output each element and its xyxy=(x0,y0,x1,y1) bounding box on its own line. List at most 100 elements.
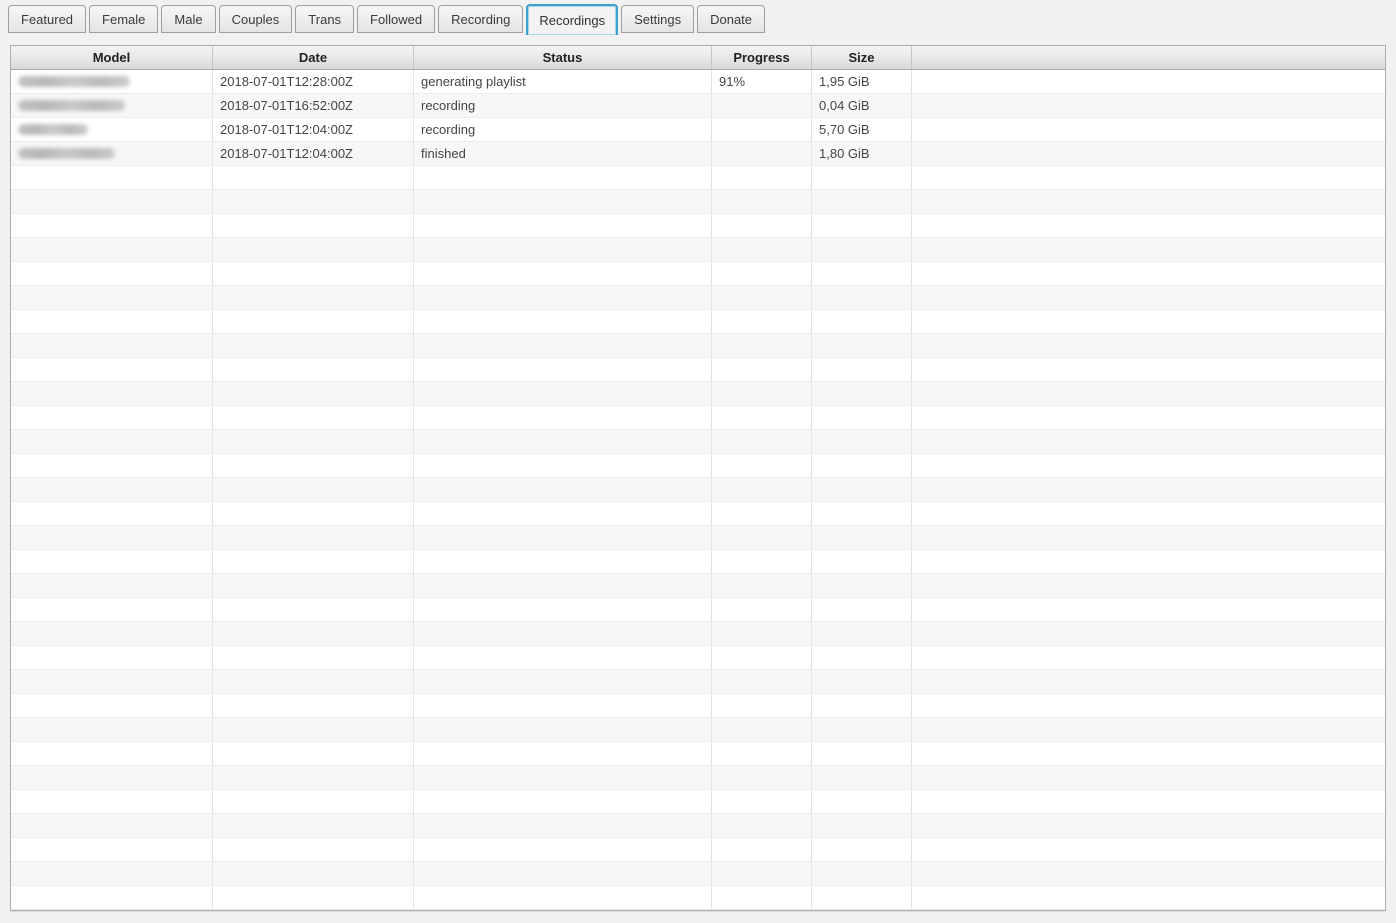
tab-featured[interactable]: Featured xyxy=(8,5,86,33)
cell-progress xyxy=(712,622,812,645)
table-row-empty[interactable] xyxy=(11,718,1385,742)
table-row-empty[interactable] xyxy=(11,286,1385,310)
cell-progress xyxy=(712,358,812,381)
cell-status xyxy=(414,286,712,309)
tab-trans[interactable]: Trans xyxy=(295,5,354,33)
cell-filler xyxy=(912,238,1385,261)
table-row-empty[interactable] xyxy=(11,262,1385,286)
table-row-empty[interactable] xyxy=(11,862,1385,886)
column-header-size[interactable]: Size xyxy=(812,46,912,69)
cell-status xyxy=(414,574,712,597)
tab-recording[interactable]: Recording xyxy=(438,5,523,33)
table-row-empty[interactable] xyxy=(11,886,1385,910)
cell-date xyxy=(213,214,414,237)
cell-size xyxy=(812,526,912,549)
table-row-empty[interactable] xyxy=(11,214,1385,238)
cell-date xyxy=(213,862,414,885)
tab-female[interactable]: Female xyxy=(89,5,158,33)
tab-followed[interactable]: Followed xyxy=(357,5,435,33)
column-header-progress[interactable]: Progress xyxy=(712,46,812,69)
table-row-empty[interactable] xyxy=(11,766,1385,790)
table-row-empty[interactable] xyxy=(11,166,1385,190)
table-row-empty[interactable] xyxy=(11,502,1385,526)
cell-model xyxy=(11,94,213,117)
table-row-empty[interactable] xyxy=(11,790,1385,814)
table-row-empty[interactable] xyxy=(11,358,1385,382)
cell-date xyxy=(213,766,414,789)
cell-status xyxy=(414,838,712,861)
cell-model xyxy=(11,574,213,597)
table-row[interactable]: 2018-07-01T12:28:00Zgenerating playlist9… xyxy=(11,70,1385,94)
cell-text: 91% xyxy=(719,74,745,89)
cell-model xyxy=(11,886,213,909)
tab-donate[interactable]: Donate xyxy=(697,5,765,33)
table-row[interactable]: 2018-07-01T12:04:00Zrecording5,70 GiB xyxy=(11,118,1385,142)
cell-filler xyxy=(912,838,1385,861)
cell-status: finished xyxy=(414,142,712,165)
cell-status xyxy=(414,862,712,885)
table-row-empty[interactable] xyxy=(11,598,1385,622)
cell-size xyxy=(812,478,912,501)
cell-filler xyxy=(912,502,1385,525)
table-row-empty[interactable] xyxy=(11,814,1385,838)
table-row-empty[interactable] xyxy=(11,694,1385,718)
table-row-empty[interactable] xyxy=(11,478,1385,502)
cell-status xyxy=(414,382,712,405)
cell-model xyxy=(11,622,213,645)
cell-status xyxy=(414,454,712,477)
table-row-empty[interactable] xyxy=(11,574,1385,598)
cell-date xyxy=(213,478,414,501)
table-row-empty[interactable] xyxy=(11,670,1385,694)
cell-model xyxy=(11,502,213,525)
cell-model xyxy=(11,382,213,405)
table-row-empty[interactable] xyxy=(11,310,1385,334)
table-row-empty[interactable] xyxy=(11,742,1385,766)
cell-filler xyxy=(912,862,1385,885)
table-row-empty[interactable] xyxy=(11,622,1385,646)
column-header-date[interactable]: Date xyxy=(213,46,414,69)
table-row-empty[interactable] xyxy=(11,550,1385,574)
cell-text: recording xyxy=(421,98,475,113)
cell-filler xyxy=(912,790,1385,813)
cell-size xyxy=(812,598,912,621)
table-row[interactable]: 2018-07-01T12:04:00Zfinished1,80 GiB xyxy=(11,142,1385,166)
tab-label: Trans xyxy=(308,12,341,27)
table-row-empty[interactable] xyxy=(11,382,1385,406)
table-row-empty[interactable] xyxy=(11,190,1385,214)
table-row-empty[interactable] xyxy=(11,238,1385,262)
cell-date xyxy=(213,838,414,861)
cell-progress xyxy=(712,142,812,165)
cell-progress xyxy=(712,454,812,477)
table-row-empty[interactable] xyxy=(11,526,1385,550)
cell-progress xyxy=(712,478,812,501)
tab-couples[interactable]: Couples xyxy=(219,5,293,33)
column-header-label: Size xyxy=(848,50,874,65)
cell-progress xyxy=(712,166,812,189)
tab-settings[interactable]: Settings xyxy=(621,5,694,33)
table-row-empty[interactable] xyxy=(11,454,1385,478)
table-row-empty[interactable] xyxy=(11,646,1385,670)
tab-label: Recording xyxy=(451,12,510,27)
cell-filler xyxy=(912,814,1385,837)
cell-filler xyxy=(912,286,1385,309)
cell-size: 1,95 GiB xyxy=(812,70,912,93)
cell-progress xyxy=(712,862,812,885)
column-header-model[interactable]: Model xyxy=(11,46,213,69)
tab-recordings[interactable]: Recordings xyxy=(526,4,618,35)
table-row-empty[interactable] xyxy=(11,406,1385,430)
table-row-empty[interactable] xyxy=(11,838,1385,862)
cell-model xyxy=(11,334,213,357)
cell-status xyxy=(414,814,712,837)
cell-filler xyxy=(912,478,1385,501)
column-header-status[interactable]: Status xyxy=(414,46,712,69)
table-row[interactable]: 2018-07-01T16:52:00Zrecording0,04 GiB xyxy=(11,94,1385,118)
cell-size: 5,70 GiB xyxy=(812,118,912,141)
table-row-empty[interactable] xyxy=(11,430,1385,454)
tab-male[interactable]: Male xyxy=(161,5,215,33)
cell-size xyxy=(812,310,912,333)
cell-model xyxy=(11,454,213,477)
cell-status: recording xyxy=(414,94,712,117)
cell-filler xyxy=(912,382,1385,405)
table-row-empty[interactable] xyxy=(11,334,1385,358)
cell-status xyxy=(414,670,712,693)
